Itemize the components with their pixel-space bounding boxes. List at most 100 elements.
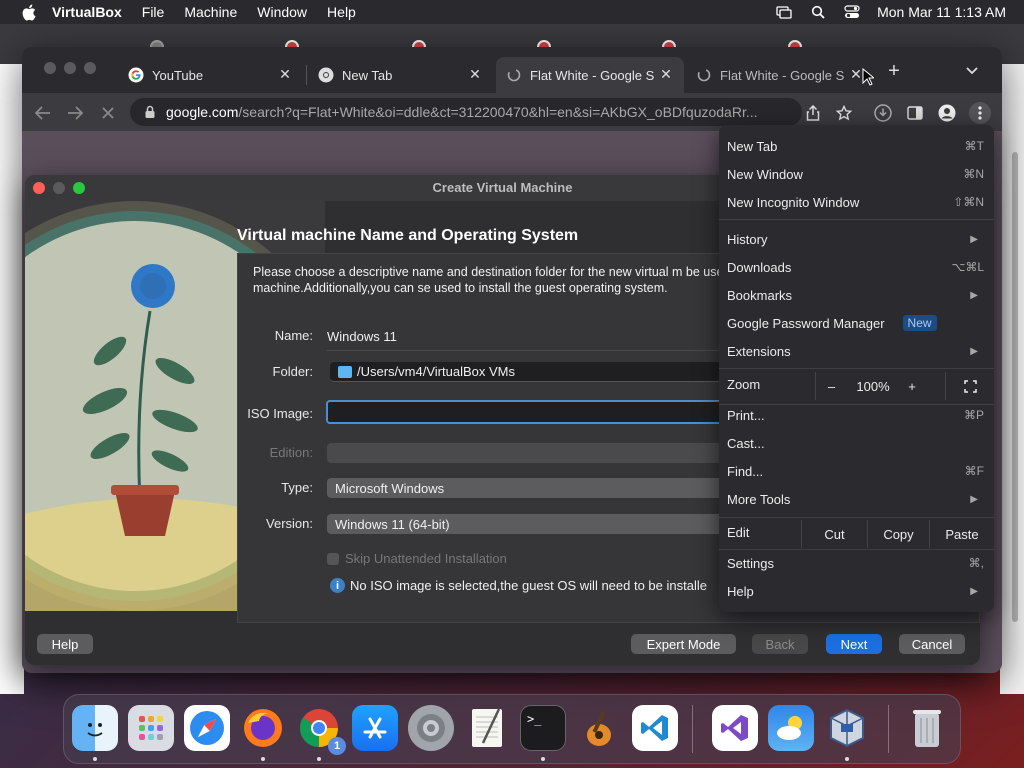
tab-new-tab[interactable]: New Tab ✕ (308, 57, 493, 93)
window-zoom-button[interactable] (84, 62, 96, 74)
version-label: Version: (266, 516, 313, 531)
window-close-button[interactable] (44, 62, 56, 74)
zoom-out-button[interactable]: – (815, 372, 847, 400)
copy-button[interactable]: Copy (867, 520, 929, 548)
cut-button[interactable]: Cut (801, 520, 867, 548)
garageband-icon[interactable] (576, 705, 622, 751)
cancel-button[interactable]: Cancel (899, 634, 965, 654)
menubar-machine[interactable]: Machine (184, 4, 237, 20)
trash-icon[interactable] (904, 705, 950, 751)
menu-item-more-tools[interactable]: More Tools ▶ (719, 488, 994, 510)
tab-close-icon[interactable]: ✕ (277, 66, 293, 82)
control-center-icon[interactable] (843, 4, 861, 20)
spotlight-search-icon[interactable] (809, 4, 827, 20)
menu-item-extensions[interactable]: Extensions ▶ (719, 340, 994, 362)
menu-item-new-window[interactable]: New Window ⌘N (719, 163, 994, 185)
menu-item-downloads[interactable]: Downloads ⌥⌘L (719, 256, 994, 278)
next-button[interactable]: Next (826, 634, 882, 654)
tab-search-chevron-icon[interactable] (962, 61, 982, 81)
address-url: google.com/search?q=Flat+White&oi=ddle&c… (166, 104, 786, 120)
menu-separator (719, 549, 994, 550)
menu-item-find[interactable]: Find... ⌘F (719, 460, 994, 482)
menu-item-password-manager[interactable]: Google Password Manager New (719, 312, 994, 334)
chrome-icon (318, 67, 334, 83)
menubar-window[interactable]: Window (257, 4, 307, 20)
finder-icon[interactable] (72, 705, 118, 751)
loading-icon (696, 67, 712, 83)
forward-arrow-icon[interactable] (64, 102, 86, 124)
terminal-icon[interactable]: >_ (520, 705, 566, 751)
skip-unattended-checkbox (327, 552, 339, 565)
menu-shortcut: ⇧⌘N (953, 195, 984, 209)
chrome-icon[interactable]: 1 (296, 705, 346, 755)
fullscreen-icon[interactable] (945, 372, 994, 400)
paste-button[interactable]: Paste (929, 520, 994, 548)
menu-item-help[interactable]: Help ▶ (719, 580, 994, 602)
profile-avatar-icon[interactable] (936, 102, 958, 124)
tab-label: YouTube (152, 67, 204, 83)
new-tab-button[interactable]: + (884, 61, 904, 81)
menu-item-bookmarks[interactable]: Bookmarks ▶ (719, 284, 994, 306)
menu-item-cast[interactable]: Cast... (719, 432, 994, 454)
menu-label: Google Password Manager (727, 315, 885, 331)
visual-studio-icon[interactable] (712, 705, 758, 751)
window-minimize-button[interactable] (64, 62, 76, 74)
menubar-file[interactable]: File (142, 4, 165, 20)
tab-flat-white-active[interactable]: Flat White - Google S ✕ (496, 57, 684, 93)
menu-label: New Window (727, 166, 803, 182)
menu-item-new-incognito-window[interactable]: New Incognito Window ⇧⌘N (719, 191, 994, 213)
menu-shortcut: ⌘, (968, 556, 984, 570)
share-icon[interactable] (802, 102, 824, 124)
virtualbox-icon[interactable] (824, 705, 870, 751)
tab-flat-white[interactable]: Flat White - Google S ✕ (686, 57, 874, 93)
menu-label: New Tab (727, 138, 778, 154)
running-indicator (261, 757, 265, 761)
menu-item-settings[interactable]: Settings ⌘, (719, 552, 994, 574)
menu-item-new-tab[interactable]: New Tab ⌘T (719, 135, 994, 157)
textedit-icon[interactable] (464, 705, 510, 751)
chrome-badge: 1 (328, 737, 346, 755)
menu-shortcut: ⌘N (963, 167, 984, 181)
menubar-help[interactable]: Help (327, 4, 356, 20)
menu-item-history[interactable]: History ▶ (719, 228, 994, 250)
dock-separator (692, 705, 693, 753)
bookmark-star-icon[interactable] (833, 102, 855, 124)
tab-close-icon[interactable]: ✕ (467, 66, 483, 82)
dock-separator (888, 705, 889, 753)
chrome-menu-kebab-icon[interactable] (969, 102, 991, 124)
skip-unattended-row: Skip Unattended Installation (327, 551, 507, 566)
firefox-icon[interactable] (240, 705, 286, 751)
zoom-row: Zoom – 100% + (719, 372, 994, 400)
help-button[interactable]: Help (37, 634, 93, 654)
running-indicator (541, 757, 545, 761)
system-settings-icon[interactable] (408, 705, 454, 751)
menu-separator (719, 517, 994, 518)
side-panel-icon[interactable] (904, 102, 926, 124)
tab-close-icon[interactable]: ✕ (658, 66, 674, 82)
stop-loading-icon[interactable] (97, 102, 119, 124)
back-arrow-icon[interactable] (32, 102, 54, 124)
dialog-close-button[interactable] (33, 182, 45, 194)
menubar-app-name[interactable]: VirtualBox (52, 4, 122, 20)
zoom-in-button[interactable]: + (899, 372, 925, 400)
downloads-icon[interactable] (872, 102, 894, 124)
menu-label: Settings (727, 555, 774, 571)
address-bar[interactable]: google.com/search?q=Flat+White&oi=ddle&c… (130, 98, 802, 126)
menubar-clock[interactable]: Mon Mar 11 1:13 AM (877, 4, 1006, 20)
page-title: Virtual machine Name and Operating Syste… (237, 227, 579, 244)
site-info-icon[interactable] (142, 104, 158, 120)
weather-icon[interactable] (768, 705, 814, 751)
info-text: No ISO image is selected,the guest OS wi… (350, 578, 707, 593)
screen-mirroring-icon[interactable] (775, 4, 793, 20)
dialog-zoom-button[interactable] (73, 182, 85, 194)
safari-icon[interactable] (184, 705, 230, 751)
tab-label: New Tab (342, 67, 393, 83)
apple-icon[interactable] (18, 2, 38, 22)
expert-mode-button[interactable]: Expert Mode (631, 634, 736, 654)
launchpad-icon[interactable] (128, 705, 174, 751)
menu-item-print[interactable]: Print... ⌘P (719, 404, 994, 426)
tab-youtube[interactable]: YouTube ✕ (118, 57, 303, 93)
app-store-icon[interactable] (352, 705, 398, 751)
vscode-icon[interactable] (632, 705, 678, 751)
menu-label: New Incognito Window (727, 194, 860, 210)
